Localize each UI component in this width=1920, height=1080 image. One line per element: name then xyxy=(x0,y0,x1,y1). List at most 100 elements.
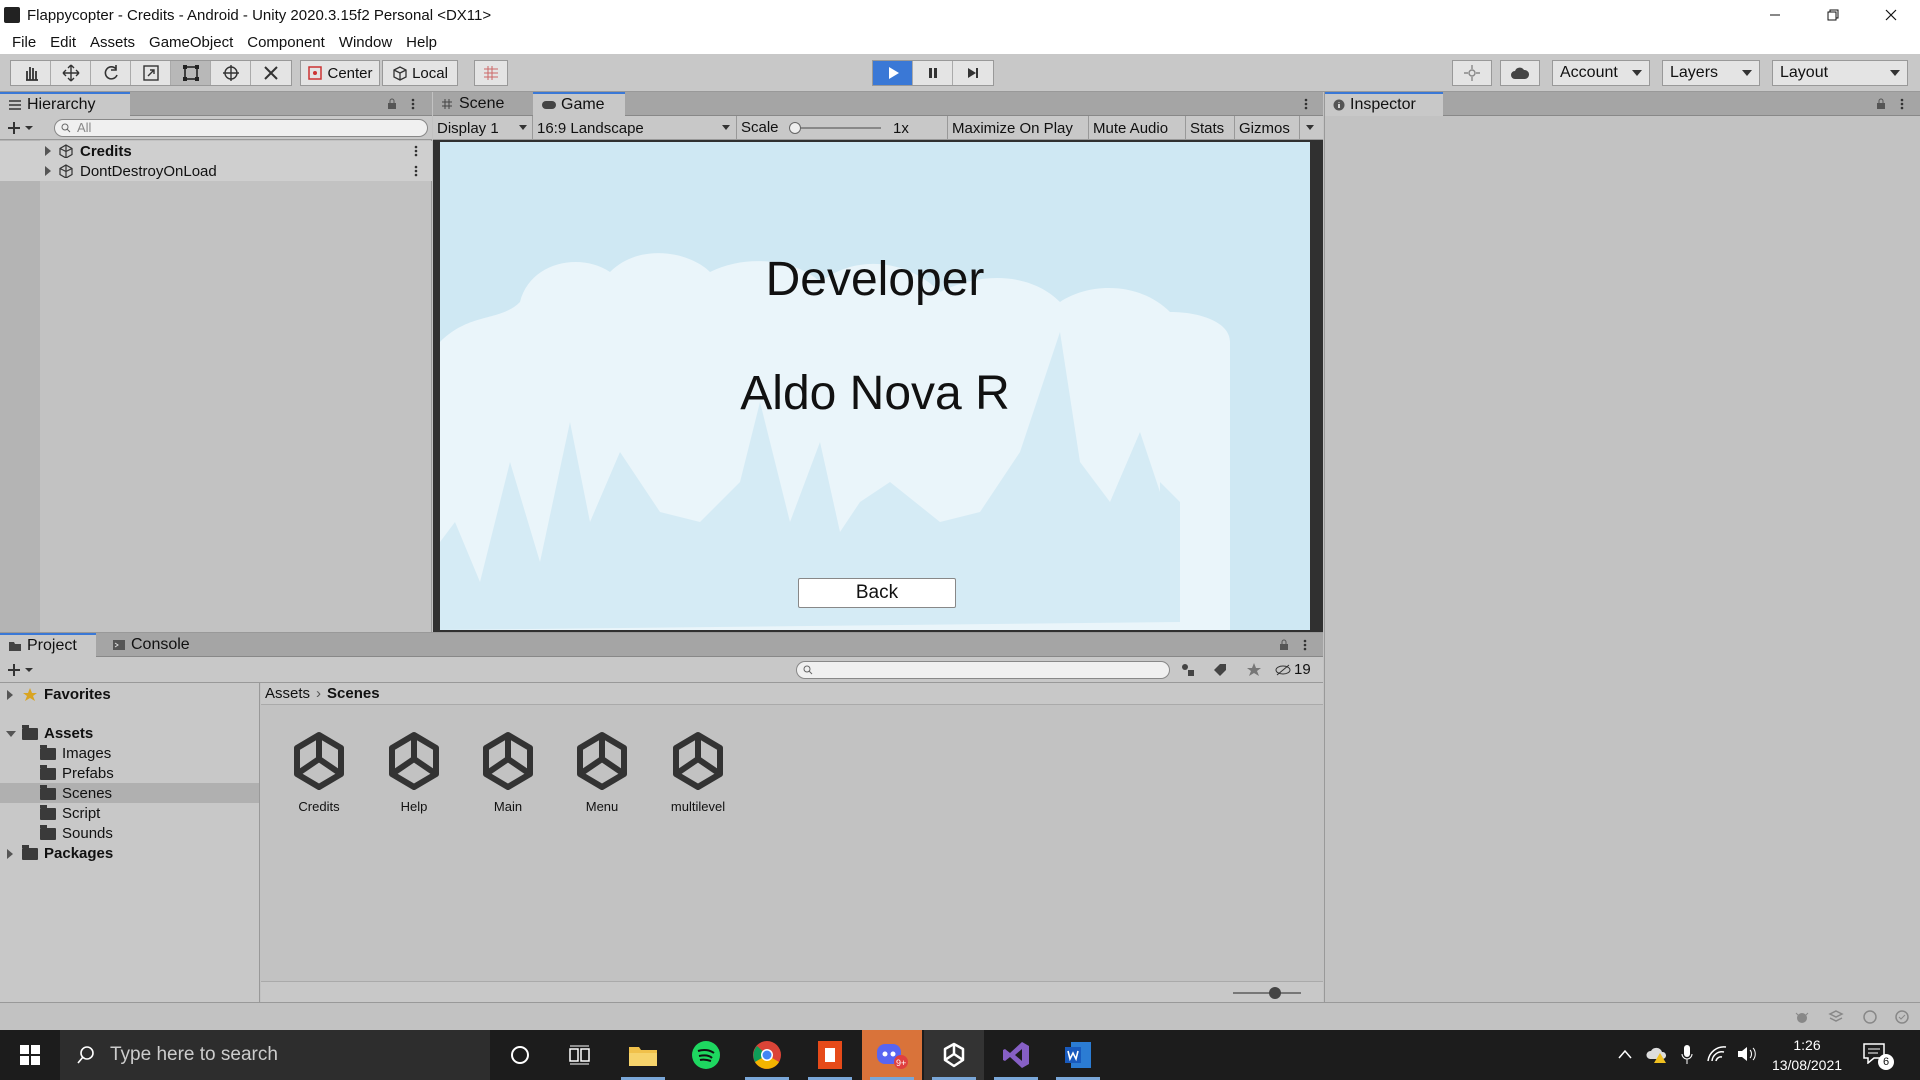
project-search-input[interactable] xyxy=(796,661,1170,679)
icon-size-slider-thumb[interactable] xyxy=(1269,987,1281,999)
layers-stack-icon[interactable] xyxy=(1828,1009,1844,1025)
menu-assets[interactable]: Assets xyxy=(83,34,142,51)
search-by-type-icon[interactable] xyxy=(1180,662,1196,678)
transform-tool-button[interactable] xyxy=(211,61,251,85)
tab-inspector[interactable]: Inspector xyxy=(1325,92,1443,116)
menu-edit[interactable]: Edit xyxy=(43,34,83,51)
kebab-menu-icon[interactable] xyxy=(1303,98,1309,110)
rotate-tool-button[interactable] xyxy=(91,61,131,85)
tree-folder-prefabs[interactable]: Prefabs xyxy=(40,764,114,782)
custom-tools-button[interactable] xyxy=(251,61,291,85)
gizmos-toggle[interactable]: Gizmos xyxy=(1234,116,1294,140)
kebab-menu-icon[interactable] xyxy=(410,98,416,110)
tab-game[interactable]: Game xyxy=(533,92,625,116)
label-tag-icon[interactable] xyxy=(1212,662,1228,678)
lock-icon[interactable] xyxy=(1278,639,1290,651)
tab-hierarchy[interactable]: Hierarchy xyxy=(0,92,130,116)
pivot-local-button[interactable]: Local xyxy=(382,60,458,86)
close-button[interactable] xyxy=(1862,0,1920,30)
kebab-menu-icon[interactable] xyxy=(1302,639,1308,651)
breadcrumb-scenes[interactable]: Scenes xyxy=(327,685,380,702)
check-circle-icon[interactable] xyxy=(1894,1009,1910,1025)
menu-gameobject[interactable]: GameObject xyxy=(142,34,240,51)
tree-folder-script[interactable]: Script xyxy=(40,804,100,822)
favorite-star-icon[interactable] xyxy=(1246,662,1262,678)
step-button[interactable] xyxy=(953,61,993,85)
wifi-icon[interactable] xyxy=(1706,1045,1728,1063)
tab-console[interactable]: Console xyxy=(104,633,200,657)
hidden-packages-toggle[interactable]: 19 xyxy=(1274,661,1311,678)
bug-icon[interactable] xyxy=(1794,1009,1810,1025)
scene-asset-menu[interactable]: Menu xyxy=(557,729,647,814)
tab-scene[interactable]: Scene xyxy=(433,92,529,116)
menu-file[interactable]: File xyxy=(5,34,43,51)
taskbar-discord[interactable]: 9+ xyxy=(862,1030,922,1080)
scale-slider-thumb[interactable] xyxy=(789,122,801,134)
tree-folder-scenes[interactable]: Scenes xyxy=(40,784,112,802)
lock-icon[interactable] xyxy=(386,98,398,110)
system-clock[interactable]: 1:26 13/08/2021 xyxy=(1764,1035,1850,1075)
kebab-menu-icon[interactable] xyxy=(414,145,418,157)
volume-icon[interactable] xyxy=(1736,1045,1758,1063)
collab-button[interactable] xyxy=(1452,60,1492,86)
chevron-up-icon[interactable] xyxy=(1618,1049,1632,1059)
taskbar-visual-studio[interactable] xyxy=(986,1030,1046,1080)
hierarchy-search-input[interactable]: All xyxy=(54,119,428,137)
breadcrumb-assets[interactable]: Assets xyxy=(265,685,310,702)
minimize-button[interactable] xyxy=(1746,0,1804,30)
menu-window[interactable]: Window xyxy=(332,34,399,51)
icon-size-slider[interactable] xyxy=(1233,987,1301,999)
tree-assets[interactable]: Assets xyxy=(6,724,93,742)
taskbar-spotify[interactable] xyxy=(676,1030,736,1080)
notification-center-button[interactable]: 6 xyxy=(1862,1042,1898,1070)
scene-asset-help[interactable]: Help xyxy=(369,729,459,814)
rect-tool-button[interactable] xyxy=(171,61,211,85)
gizmos-dropdown[interactable] xyxy=(1299,116,1321,140)
taskbar-unity[interactable] xyxy=(924,1030,984,1080)
layout-dropdown[interactable]: Layout xyxy=(1772,60,1908,86)
play-button[interactable] xyxy=(873,61,913,85)
account-dropdown[interactable]: Account xyxy=(1552,60,1650,86)
taskbar-file-explorer[interactable] xyxy=(613,1030,673,1080)
scene-asset-multilevel[interactable]: multilevel xyxy=(653,729,743,814)
menu-component[interactable]: Component xyxy=(240,34,332,51)
tree-folder-images[interactable]: Images xyxy=(40,744,111,762)
microphone-icon[interactable] xyxy=(1680,1044,1694,1066)
tab-project[interactable]: Project xyxy=(0,633,96,657)
taskbar-word[interactable] xyxy=(1048,1030,1108,1080)
stats-toggle[interactable]: Stats xyxy=(1185,116,1228,140)
taskbar-chrome[interactable] xyxy=(737,1030,797,1080)
scene-asset-main[interactable]: Main xyxy=(463,729,553,814)
scale-slider[interactable] xyxy=(789,122,881,134)
scale-tool-button[interactable] xyxy=(131,61,171,85)
aspect-dropdown[interactable]: 16:9 Landscape xyxy=(537,116,737,140)
taskbar-search-box[interactable]: Type here to search xyxy=(60,1030,490,1080)
cortana-button[interactable] xyxy=(490,1030,550,1080)
menu-help[interactable]: Help xyxy=(399,34,444,51)
maximize-on-play-toggle[interactable]: Maximize On Play xyxy=(947,116,1077,140)
add-plus-icon[interactable] xyxy=(8,663,34,677)
taskbar-office[interactable] xyxy=(800,1030,860,1080)
cloud-button[interactable] xyxy=(1500,60,1540,86)
lock-icon[interactable] xyxy=(1875,98,1887,110)
kebab-menu-icon[interactable] xyxy=(1899,98,1905,110)
tree-favorites[interactable]: Favorites xyxy=(6,686,111,703)
hand-tool-button[interactable] xyxy=(11,61,51,85)
pivot-center-button[interactable]: Center xyxy=(300,60,380,86)
hierarchy-item-dontdestroyonload[interactable]: DontDestroyOnLoad xyxy=(0,161,432,181)
tree-packages[interactable]: Packages xyxy=(6,844,113,862)
snap-button[interactable] xyxy=(474,60,508,86)
restore-button[interactable] xyxy=(1804,0,1862,30)
scene-asset-credits[interactable]: Credits xyxy=(274,729,364,814)
start-button[interactable] xyxy=(0,1030,60,1080)
auto-generate-icon[interactable] xyxy=(1862,1009,1878,1025)
pause-button[interactable] xyxy=(913,61,953,85)
game-viewport[interactable]: Developer Aldo Nova R Back xyxy=(440,142,1310,630)
back-button[interactable]: Back xyxy=(798,578,956,608)
onedrive-warning-icon[interactable] xyxy=(1646,1045,1668,1063)
hierarchy-item-credits[interactable]: Credits xyxy=(0,141,432,161)
kebab-menu-icon[interactable] xyxy=(414,165,418,177)
mute-audio-toggle[interactable]: Mute Audio xyxy=(1088,116,1172,140)
add-plus-icon[interactable] xyxy=(8,121,34,135)
display-dropdown[interactable]: Display 1 xyxy=(437,116,533,140)
